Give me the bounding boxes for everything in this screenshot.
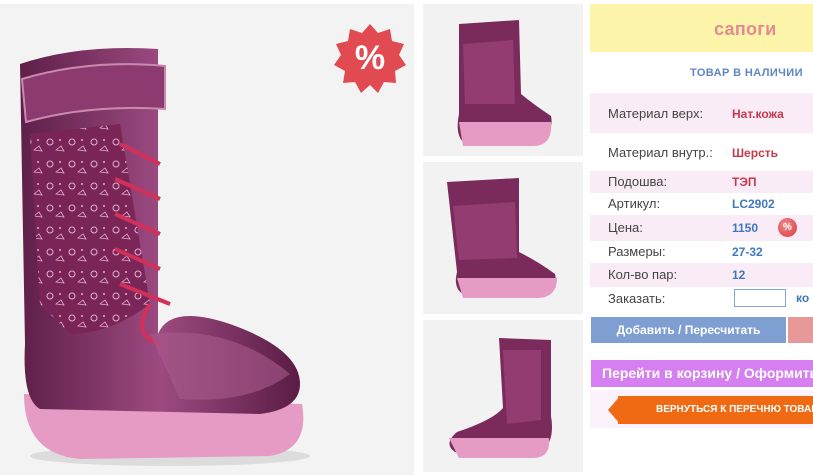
spec-row-order: Заказать: ко	[590, 288, 813, 310]
spec-label: Размеры:	[608, 244, 666, 259]
spec-label: Артикул:	[608, 196, 661, 211]
spec-value: 12	[732, 268, 746, 282]
boot-thumbnail-image	[457, 20, 552, 146]
spec-label: Подошва:	[608, 174, 668, 189]
spec-label: Кол-во пар:	[608, 267, 678, 282]
spec-label: Цена:	[608, 220, 643, 235]
thumbnail-1[interactable]	[423, 4, 583, 156]
spec-label: Материал верх:	[608, 106, 704, 121]
price-discount-icon: %	[778, 218, 797, 237]
spec-row-pairs: Кол-во пар: 12	[590, 263, 813, 287]
stock-status: ТОВАР В НАЛИЧИИ	[690, 67, 803, 79]
sale-badge: %	[333, 22, 407, 96]
spec-row-material-top: Материал верх: Нат.кожа	[590, 93, 813, 133]
thumbnail-2[interactable]	[423, 162, 583, 314]
back-to-list-button[interactable]: ВЕРНУТЬСЯ К ПЕРЕЧНЮ ТОВАРОВ	[618, 396, 813, 424]
thumbnail-3[interactable]	[423, 320, 583, 472]
boot-thumbnail-image	[449, 338, 552, 458]
add-recalculate-button[interactable]: Добавить / Пересчитать	[591, 317, 786, 343]
spec-row-price: Цена: 1150 %	[590, 215, 813, 241]
spec-label: Материал внутр.:	[608, 145, 713, 160]
product-info-panel: сапоги ТОВАР В НАЛИЧИИ Материал верх: На…	[590, 0, 813, 475]
product-title: сапоги	[714, 19, 777, 39]
spec-value: Нат.кожа	[732, 107, 784, 121]
spec-row-material-inner: Материал внутр.: Шерсть	[590, 133, 813, 171]
spec-row-sole: Подошва: ТЭП	[590, 171, 813, 193]
secondary-action-button[interactable]	[788, 317, 813, 343]
spec-value: LC2902	[732, 197, 775, 211]
go-to-cart-button[interactable]: Перейти в корзину / Оформить	[591, 360, 813, 387]
sale-badge-symbol: %	[354, 39, 386, 77]
spec-value: ТЭП	[732, 175, 757, 189]
spec-label: Заказать:	[608, 291, 666, 306]
order-quantity-input[interactable]	[734, 289, 786, 307]
order-unit: ко	[796, 291, 810, 305]
main-product-photo[interactable]: %	[0, 4, 414, 475]
product-title-box: сапоги	[590, 4, 813, 52]
spec-row-article: Артикул: LC2902	[590, 193, 813, 215]
spec-value: 27-32	[732, 245, 763, 259]
spec-value: Шерсть	[732, 146, 778, 160]
spec-row-sizes: Размеры: 27-32	[590, 241, 813, 263]
price-value: 1150	[732, 221, 759, 235]
boot-thumbnail-image	[447, 178, 557, 298]
